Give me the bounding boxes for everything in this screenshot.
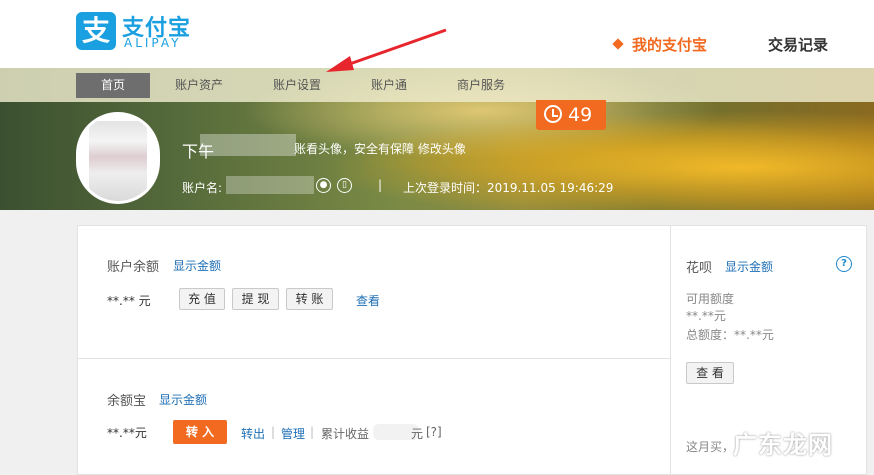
transfer-button[interactable]: 转 账: [286, 288, 333, 310]
huabei-view-button[interactable]: 查 看: [686, 362, 734, 384]
balance-label: 账户余额: [107, 260, 160, 275]
cumulative-income-label: 累计收益: [321, 427, 370, 441]
balance-value: **.** 元: [107, 294, 151, 308]
recharge-button[interactable]: 充 值: [179, 288, 225, 310]
balance-view-link[interactable]: 查看: [356, 292, 380, 309]
card-divider: [77, 358, 671, 359]
transfer-out-link[interactable]: 转出: [241, 425, 265, 442]
bar-separator: |: [271, 425, 276, 439]
withdraw-button[interactable]: 提 现: [232, 288, 279, 310]
available-credit-label: 可用额度: [686, 292, 735, 306]
total-credit: 总额度：**.**元: [686, 328, 774, 342]
bar-separator: |: [310, 425, 315, 439]
income-help-link[interactable]: [?]: [426, 425, 442, 439]
huabei-label: 花呗: [686, 261, 713, 276]
help-question-icon[interactable]: ?: [836, 256, 852, 272]
available-credit-value: **.**元: [686, 309, 726, 323]
yuebao-label: 余额宝: [107, 394, 147, 409]
yuebao-show-amount-link[interactable]: 显示金额: [159, 391, 207, 408]
yuebao-value: **.**元: [107, 426, 147, 440]
huabei-show-amount-link[interactable]: 显示金额: [725, 258, 773, 275]
month-buy-text: 这月买，: [686, 440, 735, 454]
income-unit: 元: [411, 427, 424, 441]
site-watermark: 广东龙网: [733, 431, 833, 459]
manage-link[interactable]: 管理: [281, 425, 305, 442]
balance-show-amount-link[interactable]: 显示金额: [173, 257, 221, 274]
transfer-in-button[interactable]: 转 入: [173, 420, 227, 444]
